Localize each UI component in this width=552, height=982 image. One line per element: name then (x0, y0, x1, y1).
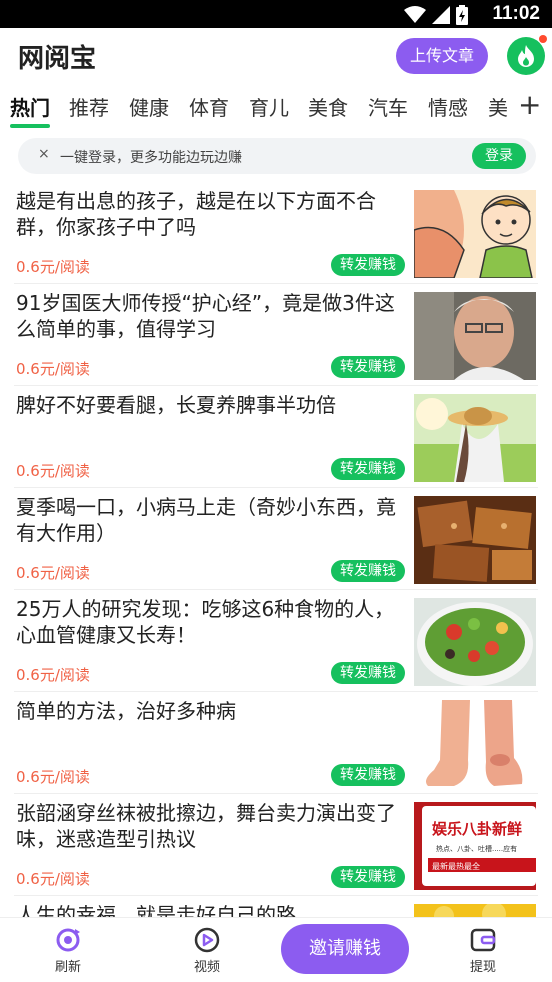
battery-icon (456, 5, 468, 25)
signal-icon (432, 6, 450, 24)
login-button[interactable]: 登录 (472, 143, 526, 169)
list-item[interactable]: 25万人的研究发现：吃够这6种食物的人，心血管健康又长寿！ 0.6元/阅读 转发… (0, 590, 552, 692)
login-prompt-bar: × 一键登录，更多功能边玩边赚 登录 (18, 138, 536, 174)
list-item[interactable]: 91岁国医大师传授“护心经”，竟是做3件这么简单的事，值得学习 0.6元/阅读 … (0, 284, 552, 386)
article-title: 越是有出息的孩子，越是在以下方面不合群，你家孩子中了吗 (16, 189, 376, 239)
nav-withdraw-label: 提现 (469, 960, 496, 975)
list-item[interactable]: 张韶涵穿丝袜被批擦边，舞台卖力演出变了味，迷惑造型引热议 0.6元/阅读 转发赚… (0, 794, 552, 896)
tab-emotion[interactable]: 情感 (428, 92, 468, 121)
article-price: 0.6元/阅读 (16, 768, 90, 786)
list-item[interactable]: 越是有出息的孩子，越是在以下方面不合群，你家孩子中了吗 0.6元/阅读 转发赚钱 (0, 182, 552, 284)
article-thumbnail (414, 598, 536, 686)
article-price: 0.6元/阅读 (16, 870, 90, 888)
nav-withdraw[interactable]: 提现 (453, 926, 513, 975)
article-title: 简单的方法，治好多种病 (16, 699, 236, 723)
share-earn-button[interactable]: 转发赚钱 (331, 866, 405, 888)
thumb-banner-title: 娱乐八卦新鲜 (432, 820, 522, 838)
tab-sports[interactable]: 体育 (189, 92, 229, 121)
share-earn-button[interactable]: 转发赚钱 (331, 764, 405, 786)
tab-hot[interactable]: 热门 (10, 92, 50, 121)
tab-health[interactable]: 健康 (129, 92, 169, 121)
active-tab-indicator (10, 124, 50, 128)
article-title: 25万人的研究发现：吃够这6种食物的人，心血管健康又长寿！ (16, 597, 395, 647)
article-list: 越是有出息的孩子，越是在以下方面不合群，你家孩子中了吗 0.6元/阅读 转发赚钱… (0, 182, 552, 918)
article-thumbnail (414, 700, 536, 788)
article-thumbnail (414, 190, 536, 278)
share-earn-button[interactable]: 转发赚钱 (331, 254, 405, 276)
category-tabs: 热门 推荐 健康 体育 育儿 美食 汽车 情感 美 + (0, 84, 552, 130)
article-title: 91岁国医大师传授“护心经”，竟是做3件这么简单的事，值得学习 (16, 291, 395, 341)
hot-button[interactable] (507, 35, 547, 75)
article-price: 0.6元/阅读 (16, 564, 90, 582)
nav-refresh[interactable]: 刷新 (38, 926, 98, 975)
clock: 11:02 (492, 3, 540, 24)
app-header: 网阅宝 上传文章 (0, 28, 552, 84)
list-item[interactable]: 夏季喝一口，小病马上走（奇妙小东西，竟有大作用） 0.6元/阅读 转发赚钱 (0, 488, 552, 590)
article-thumbnail (414, 292, 536, 380)
list-item[interactable]: 人生的幸福，就是走好自己的路 (0, 896, 552, 918)
tab-parenting[interactable]: 育儿 (249, 92, 289, 121)
article-price: 0.6元/阅读 (16, 462, 90, 480)
refresh-icon (56, 928, 80, 952)
app-title: 网阅宝 (18, 44, 97, 74)
article-thumbnail (414, 904, 536, 918)
tab-food[interactable]: 美食 (308, 92, 348, 121)
notification-dot (539, 35, 547, 43)
tab-beauty[interactable]: 美 (488, 92, 508, 121)
article-price: 0.6元/阅读 (16, 666, 90, 684)
add-tab-button[interactable]: + (518, 88, 541, 121)
article-title: 张韶涵穿丝袜被批擦边，舞台卖力演出变了味，迷惑造型引热议 (16, 801, 396, 851)
share-earn-button[interactable]: 转发赚钱 (331, 560, 405, 582)
tab-recommend[interactable]: 推荐 (69, 92, 109, 121)
thumb-banner-subtitle: 热点、八卦、吐槽.....应有 (436, 844, 517, 853)
fire-icon (518, 45, 534, 67)
article-title: 脾好不好要看腿，长夏养脾事半功倍 (16, 393, 336, 417)
bottom-navigation: 刷新 视频 邀请赚钱 提现 (0, 918, 552, 982)
share-earn-button[interactable]: 转发赚钱 (331, 662, 405, 684)
share-earn-button[interactable]: 转发赚钱 (331, 356, 405, 378)
nav-refresh-label: 刷新 (54, 960, 81, 975)
upload-article-button[interactable]: 上传文章 (396, 38, 488, 74)
tab-auto[interactable]: 汽车 (368, 92, 408, 121)
article-price: 0.6元/阅读 (16, 360, 90, 378)
article-price: 0.6元/阅读 (16, 258, 90, 276)
article-thumbnail (414, 394, 536, 482)
status-icons (404, 5, 468, 25)
thumb-banner-tag: 最新最热最全 (432, 861, 480, 871)
article-title: 人生的幸福，就是走好自己的路 (16, 903, 296, 918)
video-play-icon (194, 927, 220, 953)
nav-video[interactable]: 视频 (177, 926, 237, 975)
share-earn-button[interactable]: 转发赚钱 (331, 458, 405, 480)
article-title: 夏季喝一口，小病马上走（奇妙小东西，竟有大作用） (16, 495, 396, 545)
list-item[interactable]: 简单的方法，治好多种病 0.6元/阅读 转发赚钱 (0, 692, 552, 794)
article-thumbnail: 娱乐八卦新鲜 热点、八卦、吐槽.....应有 最新最热最全 (414, 802, 536, 890)
status-bar: 11:02 (0, 0, 552, 28)
list-item[interactable]: 脾好不好要看腿，长夏养脾事半功倍 0.6元/阅读 转发赚钱 (0, 386, 552, 488)
nav-video-label: 视频 (193, 960, 220, 975)
wallet-icon (470, 928, 496, 952)
login-prompt-text: 一键登录，更多功能边玩边赚 (60, 150, 242, 166)
invite-earn-button[interactable]: 邀请赚钱 (281, 924, 409, 974)
wifi-icon (404, 6, 426, 23)
close-icon[interactable]: × (38, 146, 50, 162)
article-thumbnail (414, 496, 536, 584)
